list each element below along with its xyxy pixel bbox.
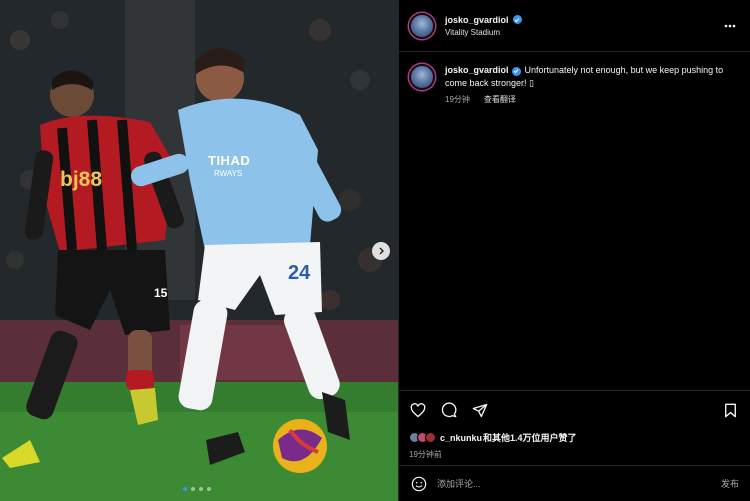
bookmark-icon	[724, 403, 736, 417]
shirt-subtext: RWAYS	[214, 169, 243, 178]
heart-icon	[410, 402, 426, 417]
post-timestamp: 19分钟前	[409, 450, 442, 459]
away-shorts-number: 15	[154, 286, 168, 300]
shirt-text: TIHAD	[208, 153, 251, 168]
carousel-dot	[183, 487, 187, 491]
sponsor-text: bj88	[60, 168, 103, 191]
avatar	[425, 432, 436, 443]
comment-icon	[441, 402, 457, 418]
carousel-dot	[199, 487, 203, 491]
post-author: josko_gvardiol Vitality Stadium	[445, 15, 722, 37]
post-panel: josko_gvardiol Vitality Stadium josko_gv…	[398, 0, 750, 501]
liker-username[interactable]: c_nkunku	[440, 433, 482, 443]
emoji-icon	[411, 476, 427, 491]
post-photo: bj88 TIHAD RWAYS 24 15	[0, 0, 398, 501]
like-button[interactable]	[409, 401, 427, 419]
carousel-next-button[interactable]	[372, 242, 390, 260]
send-icon	[472, 403, 488, 417]
avatar[interactable]	[409, 12, 435, 39]
likes-summary[interactable]: c_nkunku 和其他1.4万位用户赞了	[409, 431, 739, 444]
comment-input[interactable]	[437, 478, 721, 489]
verified-badge-icon	[512, 15, 522, 24]
carousel-dot	[207, 487, 211, 491]
save-button[interactable]	[721, 401, 739, 419]
comment-button[interactable]	[440, 401, 458, 419]
comment-bar: 发布	[399, 465, 750, 501]
carousel-dot	[191, 487, 195, 491]
shorts-number: 24	[288, 262, 311, 284]
caption-time: 19分钟	[445, 95, 470, 104]
share-button[interactable]	[471, 401, 489, 419]
chevron-right-icon	[379, 247, 384, 255]
caption-text: josko_gvardiol Unfortunately not enough, …	[445, 64, 738, 90]
caption-username[interactable]: josko_gvardiol	[445, 65, 509, 75]
post-comment-button[interactable]: 发布	[721, 477, 739, 490]
post-header: josko_gvardiol Vitality Stadium	[399, 0, 750, 52]
verified-badge-icon	[511, 66, 521, 76]
see-translation-link[interactable]: 查看翻译	[484, 94, 516, 105]
caption-avatar[interactable]	[409, 64, 435, 90]
more-options-button[interactable]	[722, 18, 738, 34]
author-username[interactable]: josko_gvardiol	[445, 15, 509, 25]
post-actions: c_nkunku 和其他1.4万位用户赞了 19分钟前	[399, 390, 750, 460]
carousel-indicator	[183, 487, 211, 491]
post-location[interactable]: Vitality Stadium	[445, 28, 722, 37]
liker-avatars	[409, 432, 436, 443]
post-caption: josko_gvardiol Unfortunately not enough, …	[399, 52, 750, 105]
emoji-button[interactable]	[410, 475, 428, 493]
match-photo	[0, 0, 398, 501]
more-horizontal-icon	[724, 24, 736, 27]
likes-count-text[interactable]: 和其他1.4万位用户赞了	[483, 431, 577, 444]
